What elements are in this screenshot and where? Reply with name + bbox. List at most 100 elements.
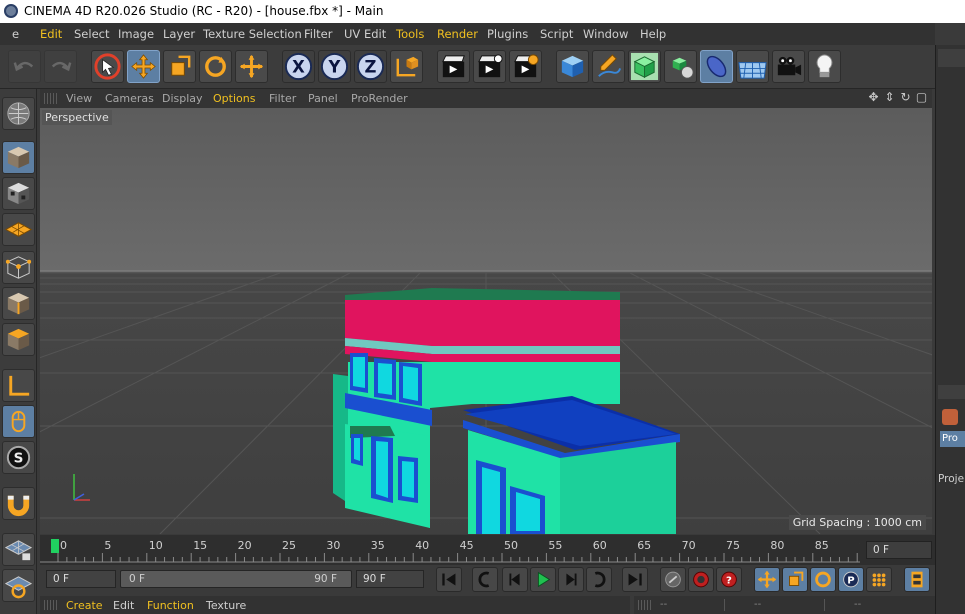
autokeying-button[interactable]	[688, 567, 714, 592]
menu-help[interactable]: Help	[640, 27, 666, 41]
key-pla-button[interactable]	[866, 567, 892, 592]
end-frame-field[interactable]: 90 F	[356, 570, 424, 588]
panel-grip-icon[interactable]	[44, 600, 58, 610]
mat-menu-edit[interactable]: Edit	[113, 599, 134, 612]
workplane-button[interactable]	[2, 213, 35, 246]
orbit-icon[interactable]: ↻	[899, 91, 912, 104]
menu-window[interactable]: Window	[583, 27, 628, 41]
vp-menu-filter[interactable]: Filter	[269, 92, 296, 105]
menu-texture-selection[interactable]: Texture Selection	[203, 27, 302, 41]
preview-range-slider[interactable]: 0 F 90 F	[120, 570, 352, 588]
key-position-button[interactable]	[754, 567, 780, 592]
pan-icon[interactable]: ✥	[867, 91, 880, 104]
go-to-end-button[interactable]	[622, 567, 648, 592]
render-settings-button[interactable]	[509, 50, 542, 83]
next-frame-button[interactable]	[558, 567, 584, 592]
maximize-view-icon[interactable]: ▢	[915, 91, 928, 104]
redo-button[interactable]	[44, 50, 77, 83]
key-rotation-button[interactable]	[810, 567, 836, 592]
vp-menu-cameras[interactable]: Cameras	[105, 92, 154, 105]
menu-render[interactable]: Render	[437, 27, 478, 41]
render-picture-viewer-button[interactable]	[473, 50, 506, 83]
menu-select[interactable]: Select	[74, 27, 109, 41]
z-axis-button[interactable]: Z	[354, 50, 387, 83]
next-key-button[interactable]	[586, 567, 612, 592]
timeline-window-button[interactable]	[904, 567, 930, 592]
project-tab[interactable]: Pro	[940, 431, 965, 447]
current-frame-field[interactable]: 0 F	[866, 541, 932, 559]
y-axis-button[interactable]: Y	[318, 50, 351, 83]
undo-button[interactable]	[8, 50, 41, 83]
camera-object-button[interactable]	[772, 50, 805, 83]
panel-grip-icon[interactable]	[638, 600, 652, 610]
make-editable-button[interactable]	[2, 97, 35, 130]
mat-menu-function[interactable]: Function	[147, 599, 194, 612]
keyframe-selection-button[interactable]: ?	[716, 567, 742, 592]
model-mode-button[interactable]	[2, 141, 35, 174]
edges-mode-button[interactable]	[2, 287, 35, 320]
axis-mode-button[interactable]	[2, 369, 35, 402]
cube-icon	[561, 55, 584, 78]
vp-menu-prorender[interactable]: ProRender	[351, 92, 408, 105]
timeline-tick-label: 25	[282, 539, 296, 552]
menu-uv-edit[interactable]: UV Edit	[344, 27, 386, 41]
rotate-tool-button[interactable]	[199, 50, 232, 83]
menu-edit[interactable]: Edit	[40, 27, 62, 41]
start-frame-field[interactable]: 0 F	[46, 570, 116, 588]
vp-menu-view[interactable]: View	[66, 92, 92, 105]
vp-menu-options[interactable]: Options	[213, 92, 255, 105]
timeline-playhead[interactable]	[51, 539, 59, 553]
timeline-tick-label: 90	[859, 539, 860, 552]
timeline-tick-label: 45	[460, 539, 474, 552]
timeline-tick-label: 70	[682, 539, 696, 552]
house-model[interactable]	[333, 288, 680, 534]
select-tool-button[interactable]	[91, 50, 124, 83]
menu-plugins[interactable]: Plugins	[487, 27, 528, 41]
cube-object-button[interactable]	[556, 50, 589, 83]
solo-button[interactable]: S	[2, 441, 35, 474]
dolly-icon[interactable]: ⇕	[883, 91, 896, 104]
mat-menu-texture[interactable]: Texture	[206, 599, 246, 612]
key-scale-button[interactable]	[782, 567, 808, 592]
light-icon	[816, 54, 833, 78]
previous-frame-button[interactable]	[502, 567, 528, 592]
play-button[interactable]	[530, 567, 556, 592]
scale-tool-button[interactable]	[163, 50, 196, 83]
tweak-mode-button[interactable]	[2, 405, 35, 438]
vp-menu-display[interactable]: Display	[162, 92, 203, 105]
vp-menu-panel[interactable]: Panel	[308, 92, 338, 105]
panel-grip-icon[interactable]	[44, 93, 58, 104]
array-button[interactable]	[664, 50, 697, 83]
menu-file[interactable]: e	[12, 27, 19, 41]
snap-button[interactable]	[2, 487, 35, 520]
menu-image[interactable]: Image	[118, 27, 154, 41]
deformer-button[interactable]	[700, 50, 733, 83]
pen-tool-button[interactable]	[592, 50, 625, 83]
menu-tools[interactable]: Tools	[396, 27, 424, 41]
render-view-button[interactable]	[437, 50, 470, 83]
live-selection-button[interactable]	[235, 50, 268, 83]
menu-script[interactable]: Script	[540, 27, 573, 41]
array-icon	[672, 57, 694, 79]
window-title: CINEMA 4D R20.026 Studio (RC - R20) - [h…	[24, 4, 384, 18]
move-tool-button[interactable]	[127, 50, 160, 83]
timeline[interactable]: 0 5 10 15 20 25 30 35 40 45 50 55 60 65 70 75 80 85 90 0 F	[40, 535, 935, 565]
go-to-start-button[interactable]	[436, 567, 462, 592]
x-axis-button[interactable]: X	[282, 50, 315, 83]
points-mode-button[interactable]	[2, 251, 35, 284]
texture-mode-button[interactable]	[2, 177, 35, 210]
key-parameter-button[interactable]: P	[838, 567, 864, 592]
planar-workplane-button[interactable]	[2, 569, 35, 602]
menu-layer[interactable]: Layer	[163, 27, 195, 41]
light-object-button[interactable]	[808, 50, 841, 83]
polygons-mode-button[interactable]	[2, 323, 35, 356]
floor-object-button[interactable]	[736, 50, 769, 83]
menu-filter[interactable]: Filter	[304, 27, 332, 41]
perspective-viewport[interactable]: Perspective Grid Spacing : 1000 cm	[40, 108, 932, 534]
locked-workplane-button[interactable]	[2, 533, 35, 566]
previous-key-button[interactable]	[472, 567, 498, 592]
subdivision-surface-button[interactable]	[628, 50, 661, 83]
mat-menu-create[interactable]: Create	[66, 599, 103, 612]
record-keys-button[interactable]	[660, 567, 686, 592]
coordinate-system-button[interactable]	[390, 50, 423, 83]
